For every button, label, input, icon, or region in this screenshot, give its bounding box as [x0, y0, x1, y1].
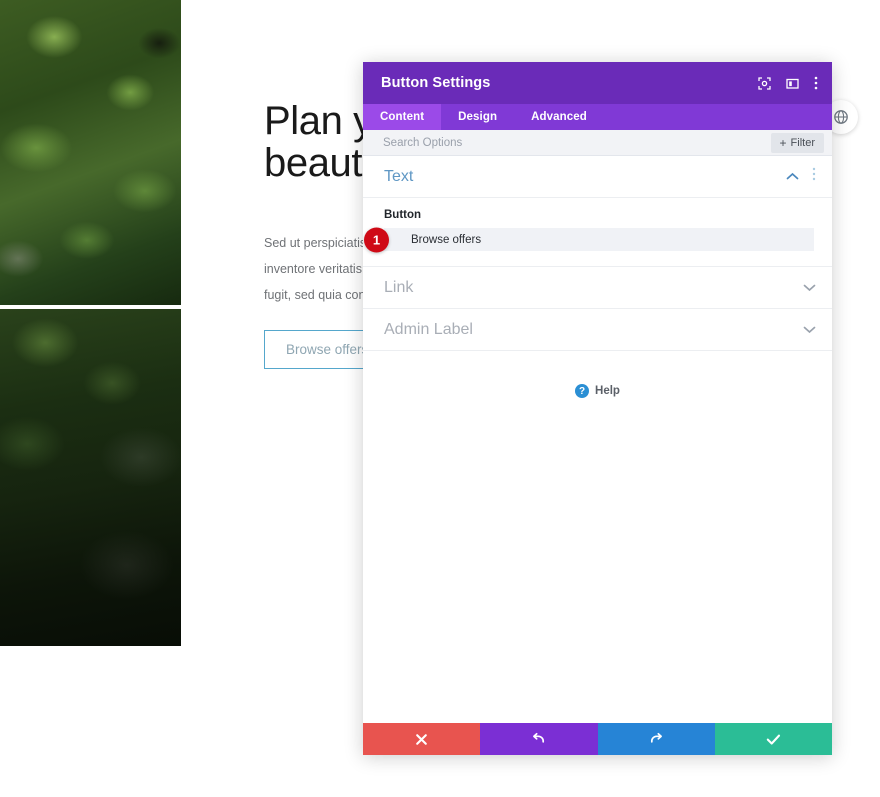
close-icon — [416, 733, 427, 745]
cancel-button[interactable] — [363, 723, 481, 755]
modal-header-actions — [758, 76, 818, 90]
button-settings-modal: Button Settings Content Design Advanced … — [363, 62, 832, 755]
help-label: Help — [595, 385, 620, 397]
chevron-down-icon[interactable] — [803, 321, 816, 339]
foliage-photo-top — [0, 0, 181, 308]
section-header-link[interactable]: Link — [363, 267, 832, 309]
plus-icon: + — [779, 135, 787, 150]
modal-tabs: Content Design Advanced — [363, 104, 832, 130]
tab-content[interactable]: Content — [363, 104, 442, 130]
search-input[interactable] — [383, 136, 771, 149]
tab-advanced[interactable]: Advanced — [514, 104, 604, 130]
modal-footer — [363, 723, 832, 755]
undo-icon — [533, 732, 545, 743]
help-icon: ? — [575, 384, 590, 398]
save-button[interactable] — [714, 723, 832, 755]
section-controls-text — [786, 167, 816, 186]
filter-button-label: Filter — [790, 136, 815, 149]
fullscreen-icon[interactable] — [758, 76, 771, 90]
modal-title: Button Settings — [381, 75, 491, 91]
section-title-admin-label: Admin Label — [384, 320, 473, 338]
tab-design[interactable]: Design — [441, 104, 514, 130]
search-bar: + Filter — [363, 130, 832, 156]
chevron-up-icon[interactable] — [786, 168, 799, 186]
filter-button[interactable]: + Filter — [770, 132, 824, 153]
redo-icon — [650, 732, 662, 743]
help-link[interactable]: ? Help — [363, 351, 832, 398]
screen: Plan your beautiful Sed ut perspiciatis … — [0, 0, 880, 797]
button-text-input[interactable] — [384, 228, 814, 251]
button-field-wrap: 1 — [364, 227, 814, 252]
kebab-menu-icon[interactable] — [814, 76, 818, 90]
section-kebab-menu-icon[interactable] — [812, 167, 816, 186]
section-title-text: Text — [384, 167, 414, 185]
button-field-label: Button — [384, 209, 422, 221]
section-header-admin-label[interactable]: Admin Label — [363, 309, 832, 351]
layout-icon[interactable] — [786, 77, 799, 90]
chevron-down-icon[interactable] — [803, 279, 816, 297]
foliage-photo-bottom — [0, 309, 181, 646]
modal-body: Text Button Browse offers 1 Link Admin L… — [363, 156, 832, 723]
check-icon — [766, 734, 780, 745]
section-controls-admin-label — [803, 321, 816, 339]
section-title-link: Link — [384, 278, 414, 296]
undo-button[interactable] — [480, 723, 598, 755]
section-controls-link — [803, 279, 816, 297]
modal-header: Button Settings — [363, 62, 832, 104]
redo-button[interactable] — [597, 723, 715, 755]
step-badge-1: 1 — [364, 227, 389, 252]
globe-icon — [834, 110, 848, 124]
button-text-field-block: Button 1 — [363, 198, 832, 267]
section-header-text[interactable]: Text — [363, 156, 832, 198]
